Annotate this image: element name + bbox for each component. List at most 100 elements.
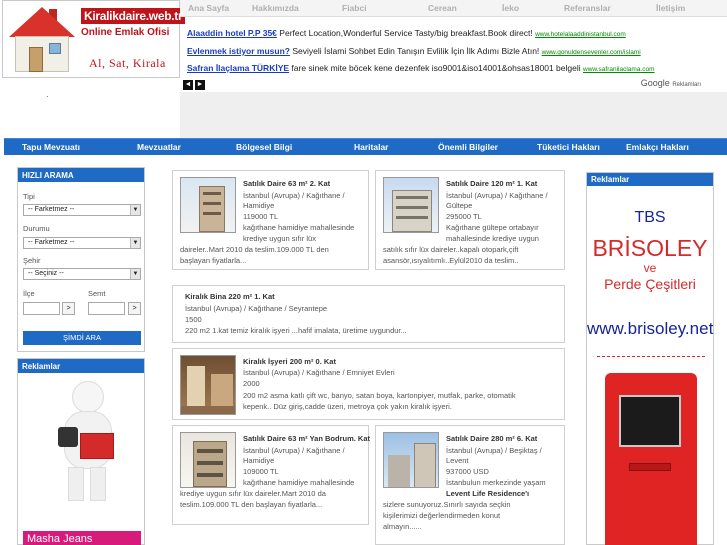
chevron-down-icon: ▼ (130, 205, 140, 215)
listing-price: 295000 TL (446, 212, 482, 221)
listing-description: sizlere sunuyoruz.Sınırlı sayıda seçkin (383, 500, 511, 509)
listing-location: Levent (446, 456, 469, 465)
listing-description: Kağıthane gültepe ortabayır (446, 223, 539, 232)
listing-location: Gültepe (446, 201, 473, 210)
ad-line[interactable]: Alaaddin hotel P.P 35€ Perfect Location,… (187, 28, 626, 38)
listing-location: İstanbul (Avrupa) / Kağıthane / (243, 191, 345, 200)
header-band (180, 92, 727, 138)
listing-title[interactable]: Satılık Daire 120 m² 1. Kat (446, 179, 537, 188)
listing-location: İstanbul (Avrupa) / Beşiktaş / (446, 446, 542, 455)
district-label: İlçe (23, 289, 35, 298)
listing-description: teslim.109.000 TL den başlayan fiyatlarl… (180, 500, 323, 509)
right-ads-title: Reklamlar (587, 173, 713, 186)
listing-description: kağıthane hamidiye mahallesinde (243, 478, 355, 487)
mainnav-mevzuatlar[interactable]: Mevzuatlar (137, 142, 181, 152)
listing-card[interactable]: Kiralık İşyeri 200 m² 0. Kat İstanbul (A… (172, 348, 565, 420)
listing-price: 119000 TL (243, 212, 279, 221)
quick-search-panel: HIZLI ARAMA Tipi -- Farketmez -- ▼ Durumu… (17, 167, 145, 352)
ads-next-button[interactable]: ► (195, 80, 205, 90)
topnav-cerean[interactable]: Cerean (428, 3, 457, 13)
ad-ve: ve (643, 261, 657, 275)
listing-location: İstanbul (Avrupa) / Kağıthane / (446, 191, 548, 200)
site-logo[interactable]: Kiralikdaire.web.tr Online Emlak Ofisi A… (2, 0, 186, 78)
status-label: Durumu (23, 224, 50, 233)
mainnav-tuketici[interactable]: Tüketici Hakları (537, 142, 600, 152)
mainnav-tapu[interactable]: Tapu Mevzuatı (22, 142, 80, 152)
listing-description: 200 m2 asma katlı çift wc, banyo, satan … (243, 391, 516, 400)
handyman-mascot-image[interactable] (48, 381, 128, 506)
logo-title: Kiralikdaire.web.tr (81, 8, 186, 24)
chevron-down-icon: ▼ (130, 238, 140, 248)
listing-photo[interactable] (383, 432, 439, 488)
listing-location: İstanbul (Avrupa) / Kağıthane / (243, 446, 345, 455)
left-ads-title: Reklamlar (18, 359, 144, 373)
type-label: Tipi (23, 192, 35, 201)
ad-divider (597, 356, 705, 357)
listing-title[interactable]: Satılık Daire 63 m² Yan Bodrum. Kat (243, 434, 370, 443)
topnav-contact[interactable]: İletişim (656, 3, 685, 13)
ad-tbs[interactable]: TBS (587, 209, 713, 227)
mainnav-bolgesel[interactable]: Bölgesel Bilgi (236, 142, 292, 152)
listing-description: krediye uygun sıfır lüx daireler.Mart 20… (180, 489, 326, 498)
listing-photo[interactable] (383, 177, 439, 233)
neighborhood-label: Semt (88, 289, 106, 298)
listing-card[interactable]: Satılık Daire 280 m² 6. Kat İstanbul (Av… (375, 425, 565, 545)
listing-title[interactable]: Satılık Daire 63 m² 2. Kat (243, 179, 330, 188)
stray-dot: · (46, 92, 49, 101)
district-go-button[interactable]: > (62, 302, 75, 315)
listing-description: mahallesinde krediye uygun (446, 234, 539, 243)
listing-description: satılık sıfır lüx daireler..kapalı otopa… (383, 245, 519, 254)
kiosk-image[interactable] (593, 373, 711, 545)
ad-line[interactable]: Safran İlaçlama TÜRKİYE fare sinek mite … (187, 63, 655, 73)
listing-location: Hamidiye (243, 201, 275, 210)
main-nav: Tapu Mevzuatı Mevzuatlar Bölgesel Bilgi … (4, 138, 727, 155)
listing-description: kişilerimizi değerlendirmeden konut (383, 511, 501, 520)
listing-description: asansör,ısıyalıtımlı..Eylül2010 da tesli… (383, 256, 519, 265)
district-input[interactable] (23, 302, 60, 315)
neighborhood-go-button[interactable]: > (128, 302, 141, 315)
topnav-ieko[interactable]: İeko (502, 3, 519, 13)
listing-card[interactable]: Satılık Daire 63 m² Yan Bodrum. Kat İsta… (172, 425, 370, 525)
ads-prev-button[interactable]: ◄ (183, 80, 193, 90)
listing-description: kağıthane hamidiye mahallesinde (243, 223, 355, 232)
ad-line[interactable]: Evlenmek istiyor musun? Seviyeli İslami … (187, 46, 641, 56)
listing-photo[interactable] (180, 355, 236, 415)
type-select[interactable]: -- Farketmez -- ▼ (23, 204, 141, 216)
listing-price: 1500 (185, 315, 202, 324)
listing-location: Hamidiye (243, 456, 275, 465)
listing-description: 220 m2 1.kat temiz kiralık işyeri ...haf… (185, 326, 407, 335)
search-now-button[interactable]: ŞİMDİ ARA (23, 331, 141, 345)
ad-brisoley[interactable]: BRİSOLEY (587, 235, 713, 262)
city-select[interactable]: -- Seçiniz -- ▼ (23, 268, 141, 280)
left-ads-panel: Reklamlar Masha Jeans (17, 358, 145, 545)
quick-search-title: HIZLI ARAMA (18, 168, 144, 182)
listing-card[interactable]: Satılık Daire 63 m² 2. Kat İstanbul (Avr… (172, 170, 369, 270)
listing-title[interactable]: Kiralık İşyeri 200 m² 0. Kat (243, 357, 336, 366)
listing-location: İstanbul (Avrupa) / Kağıthane / Seyrante… (185, 304, 328, 313)
listing-location: İstanbul (Avrupa) / Kağıthane / Emniyet … (243, 368, 395, 377)
mainnav-haritalar[interactable]: Haritalar (354, 142, 389, 152)
listing-card[interactable]: Satılık Daire 120 m² 1. Kat İstanbul (Av… (375, 170, 565, 270)
listing-title[interactable]: Satılık Daire 280 m² 6. Kat (446, 434, 537, 443)
neighborhood-input[interactable] (88, 302, 125, 315)
listing-card[interactable]: Kiralık Bina 220 m² 1. Kat İstanbul (Avr… (172, 285, 565, 343)
ad-perde[interactable]: Perde Çeşitleri (587, 276, 713, 292)
mainnav-onemli[interactable]: Önemli Bilgiler (438, 142, 498, 152)
topnav-references[interactable]: Referanslar (564, 3, 611, 13)
listing-photo[interactable] (180, 177, 236, 233)
listing-title[interactable]: Kiralık Bina 220 m² 1. Kat (185, 292, 275, 301)
listing-photo[interactable] (180, 432, 236, 488)
topnav-about[interactable]: Hakkımızda (252, 3, 299, 13)
google-ads-brand[interactable]: Google Reklamları (641, 78, 701, 88)
top-nav: Ana Sayfa Hakkımızda Fiabci Cerean İeko … (180, 0, 727, 17)
topnav-home[interactable]: Ana Sayfa (188, 3, 229, 13)
ad-brisoley-url[interactable]: www.brisoley.net (587, 319, 713, 339)
logo-slogan: Al, Sat, Kirala (89, 56, 166, 70)
listing-price: 937000 USD (446, 467, 489, 476)
listing-description: almayın...... (383, 522, 422, 531)
mainnav-emlakci[interactable]: Emlakçı Hakları (626, 142, 689, 152)
topnav-fiabci[interactable]: Fiabci (342, 3, 367, 13)
city-label: Şehir (23, 256, 41, 265)
status-select[interactable]: -- Farketmez -- ▼ (23, 237, 141, 249)
masha-jeans-banner[interactable]: Masha Jeans (23, 531, 141, 545)
